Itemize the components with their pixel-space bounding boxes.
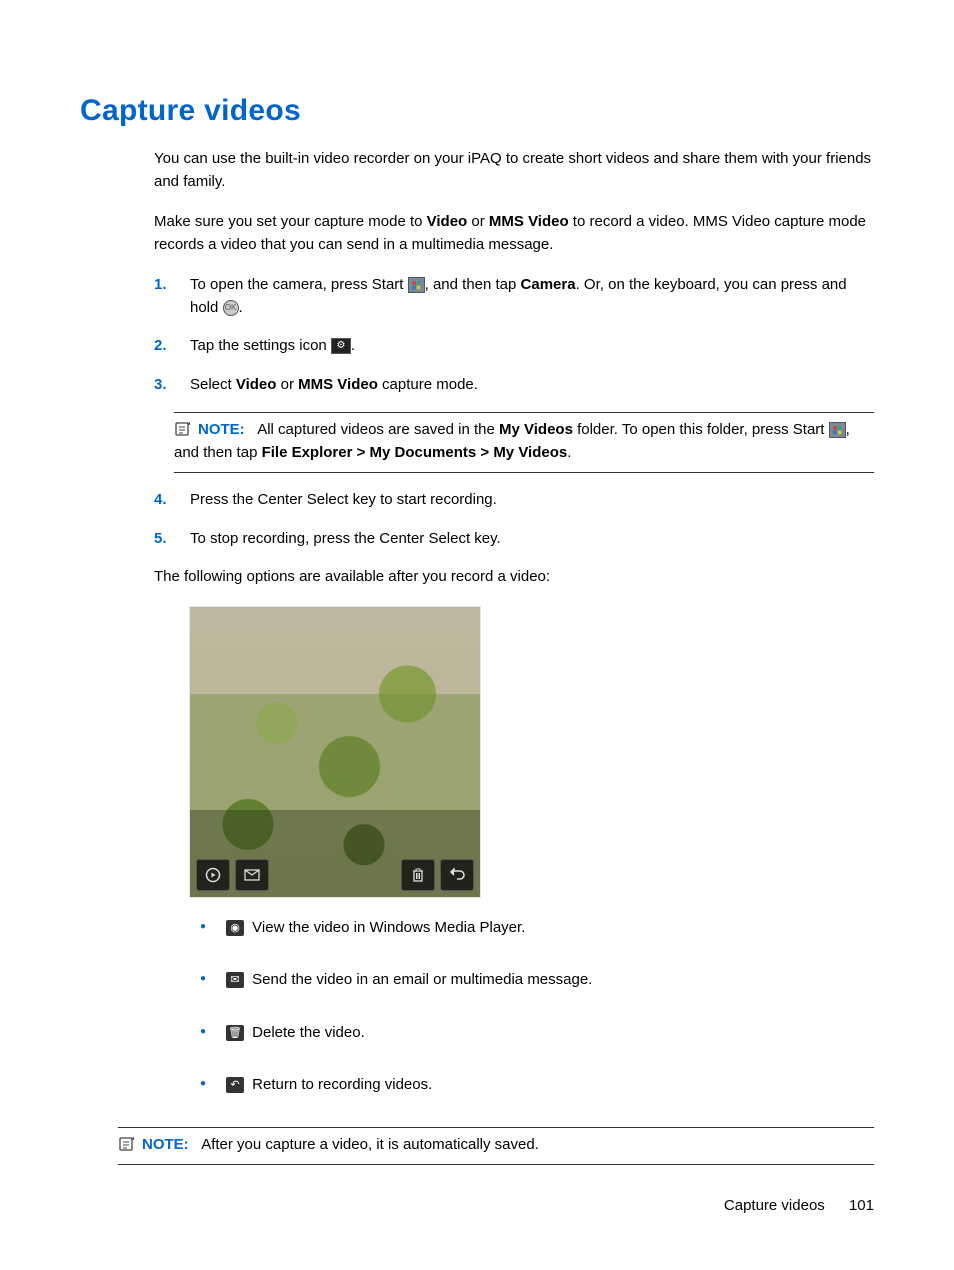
text: To stop recording, press the Center Sele… — [190, 530, 501, 547]
video-preview-image — [190, 607, 480, 897]
step-3: 3. Select Video or MMS Video capture mod… — [154, 374, 874, 397]
text: , and then tap — [425, 276, 521, 293]
note-label: NOTE: — [198, 421, 245, 438]
step-number: 5. — [154, 528, 167, 551]
trash-icon: 🗑 — [226, 1025, 244, 1041]
step-5: 5. To stop recording, press the Center S… — [154, 528, 874, 551]
page-number: 101 — [849, 1197, 874, 1214]
text: or — [276, 376, 298, 393]
step-2: 2. Tap the settings icon . — [154, 335, 874, 358]
controls-left — [196, 859, 269, 891]
page-title: Capture videos — [80, 94, 874, 128]
text: View the video in Windows Media Player. — [248, 919, 525, 936]
intro-paragraph-2: Make sure you set your capture mode to V… — [154, 211, 874, 256]
return-icon: ↶ — [226, 1077, 244, 1093]
text: Return to recording videos. — [248, 1076, 432, 1093]
step-number: 3. — [154, 374, 167, 397]
steps-list: 1. To open the camera, press Start , and… — [154, 274, 874, 396]
option-play: ◉ View the video in Windows Media Player… — [190, 917, 874, 940]
note-block-2: NOTE: After you capture a video, it is a… — [118, 1127, 874, 1166]
note-icon — [118, 1136, 136, 1152]
envelope-icon — [235, 859, 269, 891]
intro-paragraph-1: You can use the built-in video recorder … — [154, 148, 874, 193]
play-icon: ◉ — [226, 920, 244, 936]
text: folder. To open this folder, press Start — [573, 421, 829, 438]
bold-text: My Videos — [499, 421, 573, 438]
windows-flag-icon — [829, 422, 846, 438]
step-1: 1. To open the camera, press Start , and… — [154, 274, 874, 319]
option-delete: 🗑 Delete the video. — [190, 1022, 874, 1045]
note-label: NOTE: — [142, 1136, 189, 1153]
step-number: 1. — [154, 274, 167, 297]
return-icon — [440, 859, 474, 891]
option-return: ↶ Return to recording videos. — [190, 1074, 874, 1097]
text: Select — [190, 376, 236, 393]
text: All captured videos are saved in the — [257, 421, 499, 438]
controls-right — [401, 859, 474, 891]
page-footer: Capture videos 101 — [724, 1197, 874, 1214]
video-controls-overlay — [196, 859, 474, 891]
text: Press the Center Select key to start rec… — [190, 491, 497, 508]
note-block-1: NOTE: All captured videos are saved in t… — [174, 412, 874, 473]
ok-button-icon: OK — [223, 300, 239, 316]
text: capture mode. — [378, 376, 478, 393]
document-page: Capture videos You can use the built-in … — [0, 0, 954, 1270]
steps-list-continued: 4. Press the Center Select key to start … — [154, 489, 874, 550]
bold-text: MMS Video — [489, 213, 569, 230]
step-4: 4. Press the Center Select key to start … — [154, 489, 874, 512]
envelope-icon: ✉ — [226, 972, 244, 988]
bold-text: Video — [427, 213, 468, 230]
bold-text: Camera — [521, 276, 576, 293]
options-list: ◉ View the video in Windows Media Player… — [190, 917, 874, 1097]
note-icon — [174, 421, 192, 437]
settings-icon — [331, 338, 351, 354]
body-content: You can use the built-in video recorder … — [154, 148, 874, 1165]
windows-flag-icon — [408, 277, 425, 293]
text: Delete the video. — [248, 1024, 365, 1041]
text: Send the video in an email or multimedia… — [248, 971, 592, 988]
text: After you capture a video, it is automat… — [201, 1136, 539, 1153]
text: To open the camera, press Start — [190, 276, 408, 293]
step-number: 2. — [154, 335, 167, 358]
bold-text: Video — [236, 376, 277, 393]
text: . — [351, 337, 355, 354]
text: or — [467, 213, 489, 230]
step-number: 4. — [154, 489, 167, 512]
post-steps-text: The following options are available afte… — [154, 566, 874, 589]
option-send: ✉ Send the video in an email or multimed… — [190, 969, 874, 992]
text: . — [239, 299, 243, 316]
text: . — [567, 444, 571, 461]
text: Tap the settings icon — [190, 337, 331, 354]
trash-icon — [401, 859, 435, 891]
footer-section: Capture videos — [724, 1197, 825, 1214]
bold-text: File Explorer > My Documents > My Videos — [262, 444, 568, 461]
bold-text: MMS Video — [298, 376, 378, 393]
text: Make sure you set your capture mode to — [154, 213, 427, 230]
play-icon — [196, 859, 230, 891]
